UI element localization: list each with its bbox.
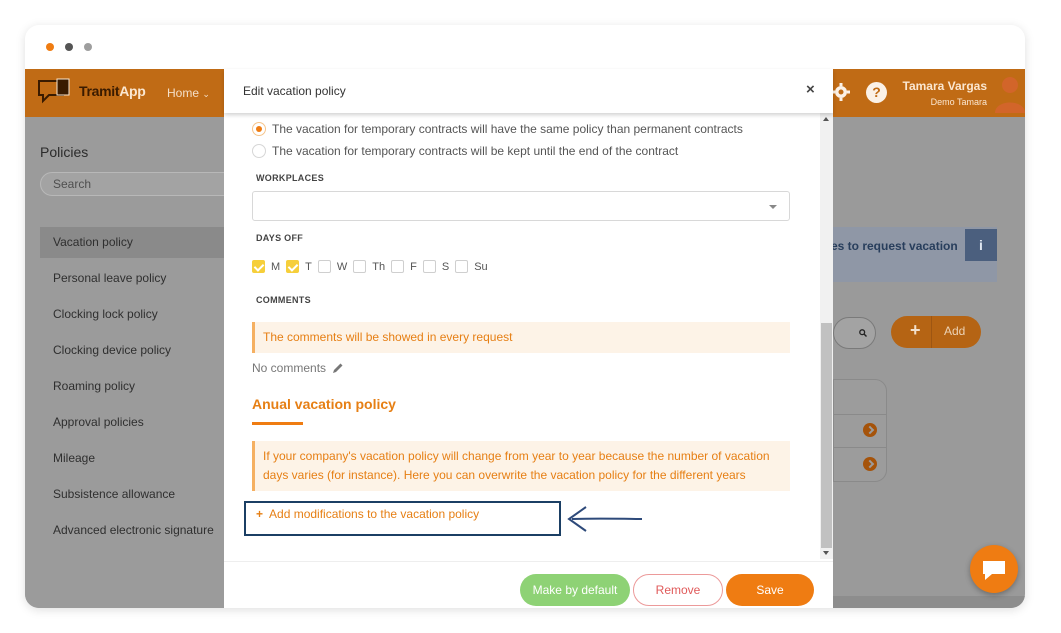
chevron-down-icon: ⌄ <box>202 89 210 99</box>
scroll-down-icon[interactable] <box>823 551 829 555</box>
title-underline <box>252 422 303 425</box>
window-controls <box>46 43 92 51</box>
radio-option-same-policy-label: The vacation for temporary contracts wil… <box>272 122 743 136</box>
no-comments: No comments <box>252 361 344 375</box>
avatar[interactable] <box>993 73 1025 113</box>
window-dot-dark[interactable] <box>65 43 73 51</box>
plus-icon: + <box>910 320 921 340</box>
modal-header: Edit vacation policy × <box>224 69 833 113</box>
day-tuesday[interactable]: T <box>286 260 312 273</box>
workplaces-label: WORKPLACES <box>256 173 324 183</box>
arrow-right-circle-icon[interactable] <box>863 423 877 437</box>
scroll-up-icon[interactable] <box>823 117 829 121</box>
day-wednesday[interactable]: W <box>317 260 347 273</box>
caret-down-icon <box>769 205 777 209</box>
modal-body: The vacation for temporary contracts wil… <box>224 113 820 559</box>
radio-option-kept-until-end-label: The vacation for temporary contracts wil… <box>272 144 679 158</box>
sidebar-item-roaming-policy[interactable]: Roaming policy <box>40 371 225 407</box>
checkbox-checked[interactable] <box>286 260 300 273</box>
day-sunday[interactable]: Su <box>455 260 488 273</box>
sidebar-item-approval-policies[interactable]: Approval policies <box>40 407 225 443</box>
modal-footer: Make by default Remove Save <box>224 561 833 608</box>
save-button[interactable]: Save <box>726 574 814 606</box>
radio-unselected[interactable] <box>252 144 266 158</box>
logo[interactable]: TramitApp <box>37 77 146 105</box>
comments-note: The comments will be showed in every req… <box>252 322 790 353</box>
anual-note: If your company's vacation policy will c… <box>252 441 790 491</box>
home-label: Home <box>167 86 200 100</box>
pencil-icon[interactable] <box>332 362 344 374</box>
background-search-button[interactable] <box>833 317 876 349</box>
close-icon[interactable]: × <box>806 81 815 98</box>
gear-icon[interactable] <box>831 82 851 102</box>
info-banner-text: es to request vacation <box>831 239 958 253</box>
add-modifications-button[interactable]: + Add modifications to the vacation polic… <box>244 501 561 536</box>
add-button-label: Add <box>944 324 966 338</box>
sidebar-item-mileage[interactable]: Mileage <box>40 443 225 479</box>
anual-vacation-policy-title: Anual vacation policy <box>252 396 396 412</box>
chat-button[interactable] <box>970 545 1018 593</box>
sidebar-item-clocking-lock-policy[interactable]: Clocking lock policy <box>40 299 225 335</box>
sidebar-search-input[interactable]: Search <box>40 172 240 196</box>
day-monday[interactable]: M <box>252 260 280 273</box>
add-button[interactable]: + Add <box>891 316 981 348</box>
checkbox-checked[interactable] <box>252 260 265 273</box>
sidebar: Policies Search Vacation policy Personal… <box>25 117 240 608</box>
sidebar-item-clocking-device-policy[interactable]: Clocking device policy <box>40 335 225 371</box>
scroll-thumb[interactable] <box>821 323 832 548</box>
days-off-checkboxes: M T W Th F S Su <box>252 260 494 273</box>
horizontal-scrollbar[interactable] <box>833 596 1025 608</box>
user-company: Demo Tamara <box>930 97 987 107</box>
checkbox[interactable] <box>353 260 367 273</box>
logo-text-1: Tramit <box>79 83 120 99</box>
annotation-arrow-icon <box>567 506 643 532</box>
modal-scrollbar[interactable] <box>820 113 833 559</box>
days-off-label: DAYS OFF <box>256 233 304 243</box>
checkbox[interactable] <box>391 260 405 273</box>
sidebar-item-advanced-electronic-signature[interactable]: Advanced electronic signature <box>40 515 225 551</box>
logo-text-2: App <box>119 83 146 99</box>
radio-option-kept-until-end[interactable]: The vacation for temporary contracts wil… <box>252 144 678 158</box>
remove-button[interactable]: Remove <box>633 574 723 606</box>
no-comments-text: No comments <box>252 361 327 375</box>
table-row <box>833 414 887 448</box>
help-icon[interactable]: ? <box>866 82 887 103</box>
tramitapp-logo-icon <box>38 78 70 104</box>
search-icon <box>859 329 867 337</box>
checkbox[interactable] <box>317 260 331 273</box>
sidebar-item-personal-leave-policy[interactable]: Personal leave policy <box>40 263 225 299</box>
workplaces-select[interactable] <box>252 191 790 221</box>
home-menu[interactable]: Home ⌄ <box>167 86 210 100</box>
sidebar-item-vacation-policy[interactable]: Vacation policy <box>40 227 225 258</box>
plus-icon: + <box>256 507 264 521</box>
add-modifications-label: Add modifications to the vacation policy <box>269 507 480 521</box>
radio-option-same-policy[interactable]: The vacation for temporary contracts wil… <box>252 122 743 136</box>
radio-selected[interactable] <box>252 122 266 136</box>
arrow-right-circle-icon[interactable] <box>863 457 877 471</box>
browser-window: TramitApp Home ⌄ ? Tamara Vargas Demo Ta… <box>25 25 1025 608</box>
day-friday[interactable]: F <box>391 260 417 273</box>
sidebar-list: Vacation policy Personal leave policy Cl… <box>40 227 225 551</box>
window-dot-grey[interactable] <box>84 43 92 51</box>
sidebar-item-subsistence-allowance[interactable]: Subsistence allowance <box>40 479 225 515</box>
info-icon[interactable]: i <box>965 229 997 261</box>
edit-vacation-policy-modal: Edit vacation policy × The vacation for … <box>224 69 833 608</box>
user-name[interactable]: Tamara Vargas <box>893 79 988 93</box>
make-by-default-button[interactable]: Make by default <box>520 574 630 606</box>
sidebar-title: Policies <box>40 144 89 160</box>
modal-title: Edit vacation policy <box>243 84 346 98</box>
day-thursday[interactable]: Th <box>353 260 385 273</box>
checkbox[interactable] <box>422 260 436 273</box>
checkbox[interactable] <box>455 260 469 273</box>
chat-icon <box>983 561 1005 580</box>
comments-label: COMMENTS <box>256 295 311 305</box>
day-saturday[interactable]: S <box>422 260 449 273</box>
window-dot-orange[interactable] <box>46 43 54 51</box>
